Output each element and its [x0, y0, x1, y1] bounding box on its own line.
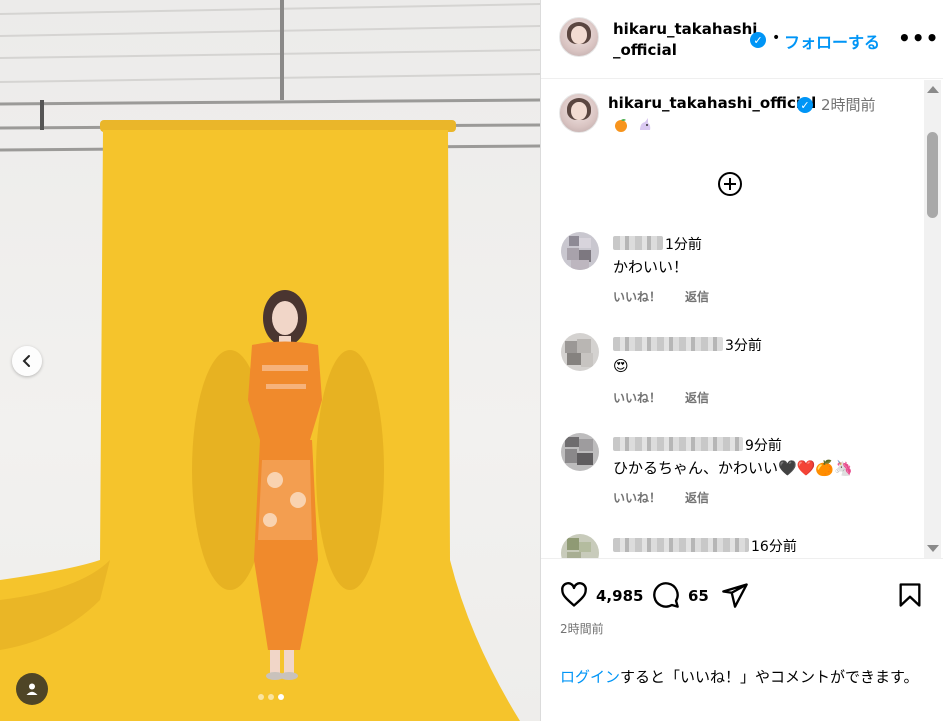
comment-icon[interactable] — [652, 581, 680, 609]
comment-time[interactable]: 9分前 — [745, 435, 782, 455]
comments-count[interactable]: 65 — [688, 587, 709, 605]
verified-badge-icon: ✓ — [797, 97, 813, 113]
comment-item: 3分前 😍 いいね！ 返信 — [559, 333, 899, 423]
comment-reply-button[interactable]: 返信 — [685, 288, 709, 305]
comments-scroll-area[interactable]: hikaru_takahashi_official ✓ 2時間前 1分前 かわい… — [541, 80, 943, 558]
scroll-down-arrow-icon[interactable] — [927, 545, 939, 552]
heart-icon[interactable] — [560, 581, 588, 609]
post-header: hikaru_takahashi_official ✓ • フォローする ••• — [541, 0, 943, 79]
comment-username-blurred[interactable] — [613, 337, 723, 351]
photo-scene — [0, 0, 540, 721]
post-detail-panel: hikaru_takahashi_official ✓ • フォローする •••… — [541, 0, 943, 721]
avatar[interactable] — [559, 93, 599, 133]
more-options-button[interactable]: ••• — [898, 26, 939, 50]
carousel-dot — [257, 694, 264, 700]
comment-item: 16分前 — [559, 534, 899, 558]
caption-text — [613, 117, 653, 134]
comment-username-blurred[interactable] — [613, 236, 663, 250]
comment-time[interactable]: 3分前 — [725, 335, 762, 355]
vertical-scrollbar[interactable] — [924, 80, 941, 558]
comment-username-blurred[interactable] — [613, 538, 749, 552]
avatar[interactable] — [559, 17, 599, 57]
load-more-comments-icon[interactable] — [716, 170, 744, 198]
comment-avatar[interactable] — [561, 534, 599, 558]
login-link[interactable]: ログイン — [560, 668, 620, 686]
carousel-indicator — [0, 694, 540, 700]
comment-avatar[interactable] — [561, 232, 599, 270]
likes-count[interactable]: 4,985 — [596, 587, 643, 605]
comment-time[interactable]: 16分前 — [751, 536, 797, 556]
comment-time[interactable]: 1分前 — [665, 234, 702, 254]
share-icon[interactable] — [721, 581, 749, 609]
unicorn-emoji-icon — [640, 118, 651, 130]
login-prompt: ログインすると「いいね！」やコメントができます。 — [560, 666, 930, 688]
caption-username[interactable]: hikaru_takahashi_official — [608, 94, 816, 112]
post-photo[interactable] — [0, 0, 541, 721]
follow-button[interactable]: フォローする — [784, 29, 880, 53]
comment-avatar[interactable] — [561, 333, 599, 371]
login-prompt-text: すると「いいね！」やコメントができます。 — [620, 668, 919, 686]
bookmark-icon[interactable] — [896, 581, 924, 609]
comment-item: 1分前 かわいい！ いいね！ 返信 — [559, 232, 899, 322]
post-timestamp[interactable]: 2時間前 — [560, 620, 604, 637]
comment-avatar[interactable] — [561, 433, 599, 471]
tangerine-emoji-icon — [615, 119, 627, 132]
caption-time[interactable]: 2時間前 — [821, 94, 876, 115]
scrollbar-thumb[interactable] — [927, 132, 938, 218]
comment-text: 😍 — [613, 357, 629, 375]
post-actions: 4,985 65 2時間前 ログインすると「いいね！」やコメントができます。 — [541, 558, 943, 721]
comment-like-button[interactable]: いいね！ — [613, 489, 661, 506]
comment-item: 9分前 ひかるちゃん、かわいい🖤❤️🍊🦄 いいね！ 返信 — [559, 433, 899, 523]
comment-reply-button[interactable]: 返信 — [685, 389, 709, 406]
comment-username-blurred[interactable] — [613, 437, 743, 451]
carousel-dot — [267, 694, 274, 700]
comment-like-button[interactable]: いいね！ — [613, 288, 661, 305]
tagged-users-button[interactable] — [16, 673, 48, 705]
comment-like-button[interactable]: いいね！ — [613, 389, 661, 406]
comment-reply-button[interactable]: 返信 — [685, 489, 709, 506]
comment-text: かわいい！ — [613, 258, 689, 276]
chevron-left-icon — [22, 355, 30, 367]
comment-text: ひかるちゃん、かわいい🖤❤️🍊🦄 — [613, 459, 853, 477]
header-separator: • — [772, 30, 781, 46]
previous-slide-button[interactable] — [12, 346, 42, 376]
header-username[interactable]: hikaru_takahashi_official — [613, 19, 763, 61]
verified-badge-icon: ✓ — [750, 32, 766, 48]
carousel-dot-active — [277, 694, 284, 700]
scroll-up-arrow-icon[interactable] — [927, 86, 939, 93]
